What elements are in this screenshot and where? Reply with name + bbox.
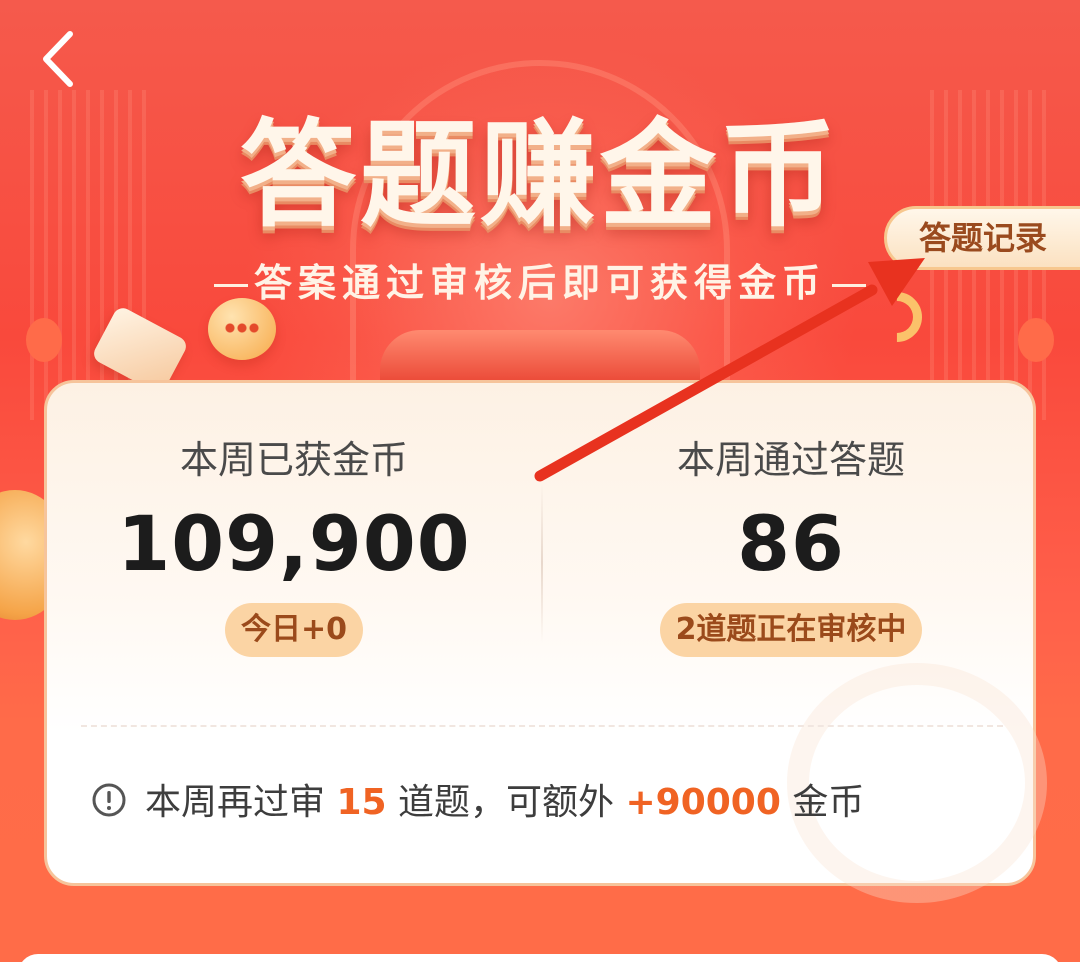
bonus-middle: 道题，可额外 [398,782,615,823]
coins-value: 109,900 [117,499,471,588]
answers-label: 本周通过答题 [676,438,905,482]
bonus-reward: +90000 [625,782,781,823]
card-notch-right [1018,318,1054,362]
bottom-panel-edge [18,954,1062,962]
bonus-count: 15 [336,782,387,823]
coins-today-badge: 今日+0 [224,603,363,657]
chevron-left-icon [43,31,73,87]
bonus-prefix: 本周再过审 [145,782,326,823]
subtitle-dash-left [213,284,248,287]
quiz-earn-coins-page: 答题赚金币 答案通过审核后即可获得金币 答题记录 本周已获金币 109,900 … [0,0,1080,962]
answer-records-button[interactable]: 答题记录 [884,206,1080,270]
answers-pending-badge: 2道题正在审核中 [659,603,923,657]
subtitle-dash-right [832,284,866,287]
stats-divider [541,483,543,643]
back-button[interactable] [30,24,90,94]
decor-chat-bubble-icon [208,298,276,360]
bonus-suffix: 金币 [792,782,865,823]
coins-label: 本周已获金币 [179,438,408,482]
card-notch-left [26,318,62,362]
coins-stat: 本周已获金币 109,900 今日+0 [47,435,541,657]
weekly-stats-card: 本周已获金币 109,900 今日+0 本周通过答题 86 2道题正在审核中 本… [44,380,1047,903]
card-dashed-divider [81,725,1003,727]
subtitle-text: 答案通过审核后即可获得金币 [253,261,826,305]
weekly-bonus-hint: 本周再过审 15 道题，可额外 +90000 金币 [91,773,864,833]
answers-stat: 本周通过答题 86 2道题正在审核中 [544,435,1038,657]
answers-value: 86 [737,499,845,588]
info-circle-icon [92,783,126,817]
